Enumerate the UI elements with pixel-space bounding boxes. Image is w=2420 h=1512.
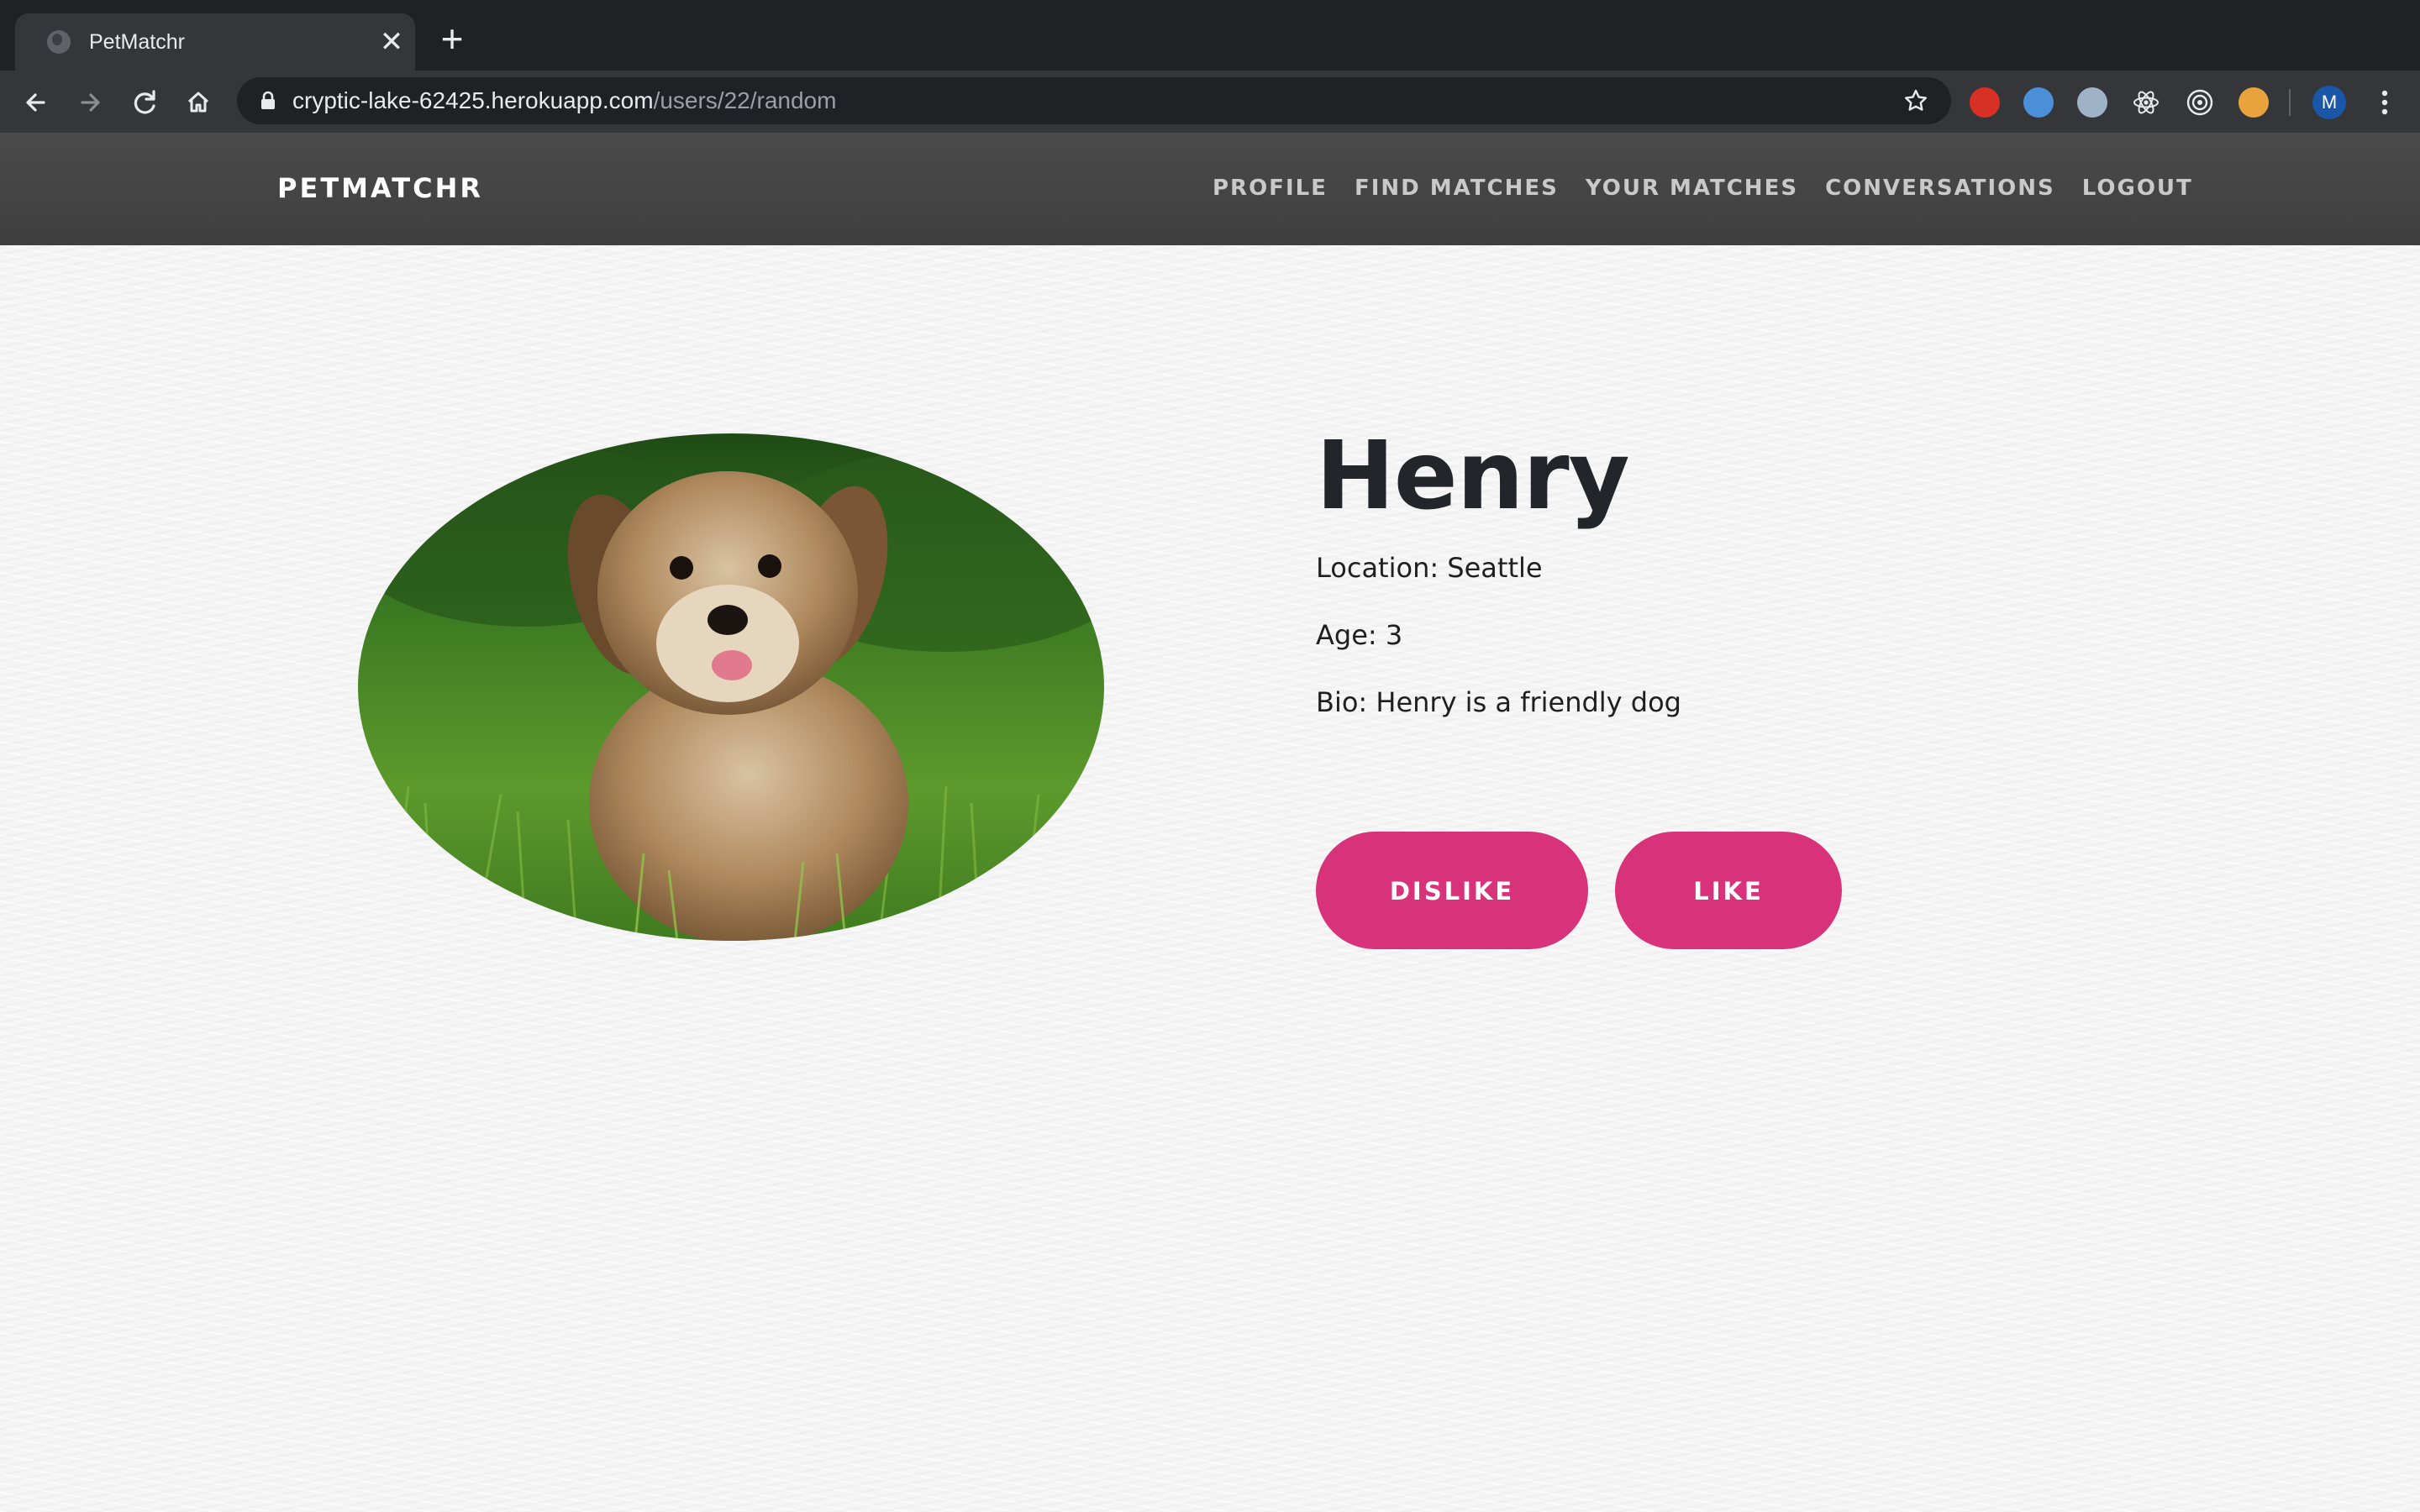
nav-conversations[interactable]: CONVERSATIONS bbox=[1825, 173, 2055, 207]
pet-location: Location: Seattle bbox=[1316, 552, 1543, 584]
ublock-extension-icon[interactable] bbox=[1970, 87, 2000, 118]
browser-tab-strip: PetMatchr ✕ + bbox=[0, 0, 2420, 71]
menu-kebab-icon[interactable] bbox=[2370, 86, 2400, 119]
toolbar-divider bbox=[2289, 89, 2291, 116]
pet-age: Age: 3 bbox=[1316, 619, 1403, 651]
reload-icon[interactable] bbox=[126, 84, 163, 121]
page-content: Henry Location: Seattle Age: 3 Bio: Henr… bbox=[0, 245, 2420, 1512]
brand-logo[interactable]: PETMATCHR bbox=[277, 171, 483, 205]
circle-extension-icon[interactable] bbox=[2077, 87, 2107, 118]
bank-extension-icon[interactable] bbox=[2023, 87, 2054, 118]
pet-photo bbox=[358, 433, 1104, 941]
santa-extension-icon[interactable] bbox=[2238, 87, 2269, 118]
nav-logout[interactable]: LOGOUT bbox=[2082, 173, 2193, 207]
bookmark-star-icon[interactable] bbox=[1902, 87, 1929, 114]
url-text: cryptic-lake-62425.herokuapp.com/users/2… bbox=[292, 86, 836, 116]
tab-title: PetMatchr bbox=[89, 30, 185, 54]
like-button[interactable]: LIKE bbox=[1615, 832, 1842, 949]
react-devtools-icon[interactable] bbox=[2131, 87, 2161, 118]
nav-find-matches[interactable]: FIND MATCHES bbox=[1355, 173, 1559, 207]
target-extension-icon[interactable] bbox=[2185, 87, 2215, 118]
home-icon[interactable] bbox=[180, 84, 217, 121]
pet-name: Henry bbox=[1316, 422, 1630, 531]
site-navbar: PETMATCHR PROFILE FIND MATCHES YOUR MATC… bbox=[0, 133, 2420, 245]
url-path: /users/22/random bbox=[653, 87, 837, 113]
browser-toolbar: cryptic-lake-62425.herokuapp.com/users/2… bbox=[0, 71, 2420, 133]
forward-icon[interactable] bbox=[72, 84, 109, 121]
back-icon[interactable] bbox=[17, 84, 54, 121]
nav-your-matches[interactable]: YOUR MATCHES bbox=[1586, 173, 1798, 207]
profile-avatar[interactable]: M bbox=[2312, 86, 2346, 119]
lock-icon bbox=[257, 90, 279, 112]
close-tab-icon[interactable]: ✕ bbox=[375, 25, 408, 59]
globe-icon bbox=[47, 30, 71, 54]
dislike-button[interactable]: DISLIKE bbox=[1316, 832, 1588, 949]
new-tab-icon[interactable]: + bbox=[435, 19, 469, 58]
nav-links: PROFILE FIND MATCHES YOUR MATCHES CONVER… bbox=[1213, 173, 2220, 207]
nav-profile[interactable]: PROFILE bbox=[1213, 173, 1328, 207]
address-bar[interactable]: cryptic-lake-62425.herokuapp.com/users/2… bbox=[237, 77, 1951, 124]
browser-tab[interactable]: PetMatchr ✕ bbox=[15, 13, 415, 71]
url-host: cryptic-lake-62425.herokuapp.com bbox=[292, 87, 654, 113]
pet-bio: Bio: Henry is a friendly dog bbox=[1316, 686, 1681, 718]
